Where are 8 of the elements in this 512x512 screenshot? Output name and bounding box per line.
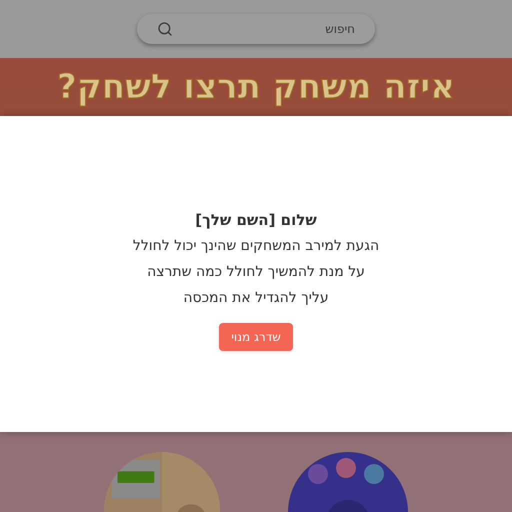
upgrade-button[interactable]: שדרג מנוי	[219, 323, 293, 351]
search-field[interactable]: חיפוש	[137, 14, 375, 44]
message-line: על מנת להמשיך לחולל כמה שתרצה	[147, 263, 365, 282]
greeting: שלום [השם שלך]	[195, 210, 317, 231]
search-icon	[157, 21, 173, 37]
message-line: עליך להגדיל את המכסה	[183, 289, 329, 308]
banner-headline: איזה משחק תרצו לשחק?	[56, 66, 456, 108]
message-line: הגעת למירב המשחקים שהינך יכול לחולל	[132, 237, 380, 256]
